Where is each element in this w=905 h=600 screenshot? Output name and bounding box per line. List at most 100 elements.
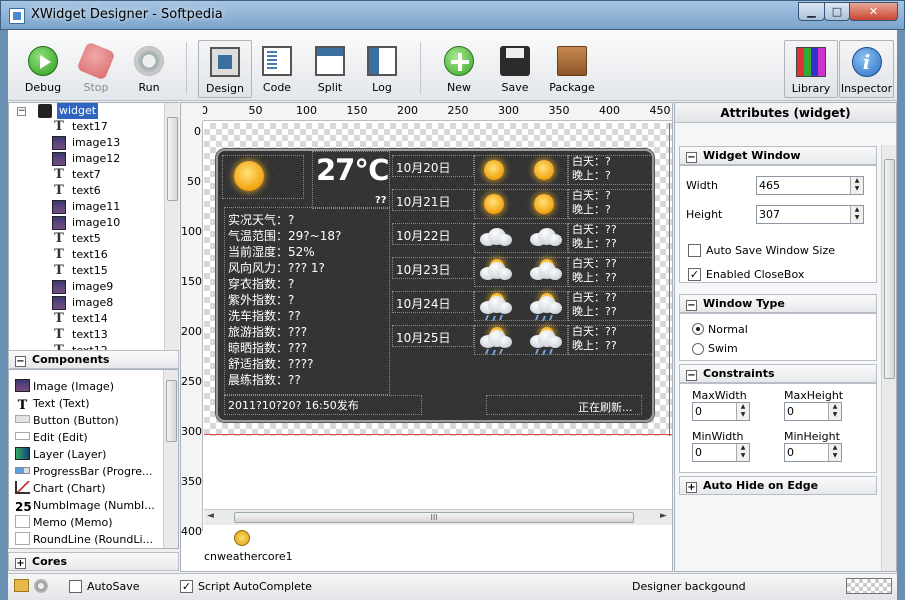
floppy-disk-icon	[500, 46, 530, 76]
new-button[interactable]: New	[432, 40, 486, 100]
chart-icon	[15, 481, 30, 494]
tree-item-text14[interactable]: Ttext14	[9, 311, 164, 327]
spin-arrows-icon[interactable]: ▲ ▼	[828, 444, 841, 461]
tree-item-text17[interactable]: Ttext17	[9, 119, 164, 135]
spin-arrows-icon[interactable]: ▲ ▼	[736, 444, 749, 461]
min-width-spinbox[interactable]: 0 ▲ ▼	[692, 443, 750, 462]
component-item[interactable]: Button (Button)	[15, 412, 119, 429]
weather-core-icon[interactable]	[234, 530, 250, 546]
swim-label: Swim	[708, 342, 738, 355]
canvas-boundary-guide	[669, 123, 670, 436]
script-autocomplete-checkbox[interactable]: ✓	[180, 580, 193, 593]
component-item[interactable]: Edit (Edit)	[15, 429, 88, 446]
component-item[interactable]: 25NumbImage (NumbI...	[15, 497, 155, 514]
inspector-button[interactable]: i Inspector	[839, 40, 894, 98]
tree-item-text6[interactable]: Ttext6	[9, 183, 164, 199]
designer-background-swatch[interactable]	[846, 578, 892, 594]
spin-arrows-icon[interactable]: ▲ ▼	[850, 206, 863, 223]
collapse-icon[interactable]: −	[686, 152, 697, 163]
tree-item-image8[interactable]: image8	[9, 295, 164, 311]
tree-item-image10[interactable]: image10	[9, 215, 164, 231]
max-height-spinbox[interactable]: 0 ▲ ▼	[784, 402, 842, 421]
tree-item-text5[interactable]: Ttext5	[9, 231, 164, 247]
window-type-header[interactable]: − Window Type	[679, 294, 877, 313]
code-button[interactable]: Code	[250, 40, 304, 100]
scroll-right-arrow[interactable]: ►	[660, 511, 667, 521]
closebox-checkbox[interactable]: ✓	[688, 268, 701, 281]
tree-item-text13[interactable]: Ttext13	[9, 327, 164, 343]
collapse-icon[interactable]: −	[17, 107, 26, 116]
folder-icon[interactable]	[14, 579, 29, 592]
close-button[interactable]: ✕	[849, 2, 898, 21]
design-canvas[interactable]: 0 50 100 150 200 250 300 350 400 450 0 50 100 150 200…	[180, 102, 673, 572]
weather-widget[interactable]: 27℃ ?? 实况天气：? 气温范围：29?~18? 当前湿度：52% 风向风力：??…	[216, 149, 654, 422]
maximize-button[interactable]: □	[824, 2, 850, 21]
spin-arrows-icon[interactable]: ▲ ▼	[828, 403, 841, 420]
tree-scrollbar[interactable]	[164, 103, 179, 351]
tree-item-text15[interactable]: Ttext15	[9, 263, 164, 279]
inspector-scroll-thumb[interactable]	[884, 159, 895, 379]
component-item[interactable]: ProgressBar (Progre...	[15, 463, 153, 480]
components-header[interactable]: − Components	[8, 350, 179, 369]
collapse-icon[interactable]: −	[686, 370, 697, 381]
ruler-tick-label: 450	[649, 104, 671, 117]
design-label: Design	[206, 82, 244, 95]
stop-button[interactable]: Stop	[69, 40, 123, 100]
spin-arrows-icon[interactable]: ▲ ▼	[736, 403, 749, 420]
constraints-header[interactable]: − Constraints	[679, 364, 877, 383]
app-icon	[9, 8, 25, 24]
inspector-scrollbar[interactable]	[881, 145, 896, 571]
refresh-status[interactable]: 正在刷新...	[578, 399, 633, 415]
expand-icon[interactable]: +	[15, 558, 26, 569]
autosave-checkbox[interactable]	[69, 580, 82, 593]
widget-window-header[interactable]: − Widget Window	[679, 146, 877, 165]
tree-scroll-thumb[interactable]	[167, 117, 178, 201]
design-button[interactable]: Design	[198, 40, 252, 98]
components-scroll-thumb[interactable]	[166, 380, 177, 442]
tree-item-text16[interactable]: Ttext16	[9, 247, 164, 263]
auto-save-checkbox[interactable]	[688, 244, 701, 257]
scroll-left-arrow[interactable]: ◄	[207, 511, 214, 521]
collapse-icon[interactable]: −	[15, 356, 26, 367]
spin-arrows-icon[interactable]: ▲ ▼	[850, 177, 863, 194]
canvas-horizontal-scrollbar[interactable]: ◄ III ►	[204, 509, 672, 525]
tree-item-image12[interactable]: image12	[9, 151, 164, 167]
canvas-scroll-thumb[interactable]: III	[234, 512, 634, 523]
swim-radio[interactable]	[692, 343, 704, 355]
tree-item-image9[interactable]: image9	[9, 279, 164, 295]
collapse-icon[interactable]: −	[686, 300, 697, 311]
expand-icon[interactable]: +	[686, 482, 697, 493]
image-element-icon	[52, 152, 66, 166]
save-button[interactable]: Save	[488, 40, 542, 100]
forecast-night-text: 晚上：??	[572, 305, 617, 318]
package-button[interactable]: Package	[544, 40, 600, 100]
height-spinbox[interactable]: 307 ▲ ▼	[756, 205, 864, 224]
component-item[interactable]: T Text (Text)	[15, 395, 90, 412]
tree-item-image13[interactable]: image13	[9, 135, 164, 151]
cores-header[interactable]: + Cores	[8, 552, 179, 571]
log-button[interactable]: Log	[355, 40, 409, 100]
components-scrollbar[interactable]	[163, 370, 178, 548]
debug-button[interactable]: Debug	[16, 40, 70, 100]
core-label[interactable]: cnweathercore1	[204, 550, 293, 563]
component-item[interactable]: Memo (Memo)	[15, 514, 113, 531]
minimize-button[interactable]: ▁	[798, 2, 825, 21]
script-autocomplete-label: Script AutoComplete	[198, 580, 312, 593]
split-button[interactable]: Split	[303, 40, 357, 100]
tree-item-text7[interactable]: Ttext7	[9, 167, 164, 183]
library-button[interactable]: Library	[784, 40, 838, 98]
component-item[interactable]: Image (Image)	[15, 378, 114, 395]
split-view-icon	[315, 46, 345, 76]
width-spinbox[interactable]: 465 ▲ ▼	[756, 176, 864, 195]
tree-item-image11[interactable]: image11	[9, 199, 164, 215]
max-width-spinbox[interactable]: 0 ▲ ▼	[692, 402, 750, 421]
min-height-spinbox[interactable]: 0 ▲ ▼	[784, 443, 842, 462]
run-label: Run	[138, 81, 160, 94]
auto-hide-header[interactable]: + Auto Hide on Edge	[679, 476, 877, 495]
settings-gear-icon[interactable]	[34, 579, 48, 593]
component-item[interactable]: RoundLine (RoundLi...	[15, 531, 153, 548]
component-item[interactable]: Chart (Chart)	[15, 480, 106, 497]
run-button[interactable]: Run	[122, 40, 176, 100]
normal-radio[interactable]	[692, 323, 704, 335]
component-item[interactable]: Layer (Layer)	[15, 446, 106, 463]
